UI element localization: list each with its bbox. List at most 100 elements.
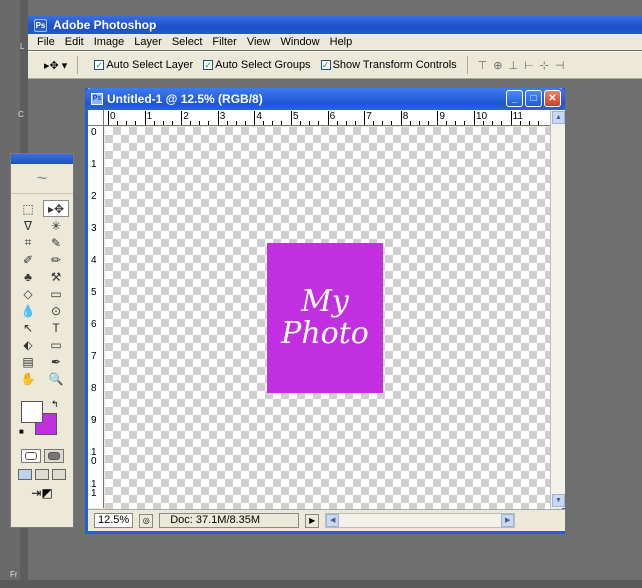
menu-file[interactable]: File (32, 36, 60, 48)
auto-select-groups-checkbox[interactable]: ✓ (203, 60, 214, 70)
magic-wand-tool-icon[interactable]: ✳ (43, 217, 69, 234)
full-screen-button[interactable] (52, 469, 66, 480)
full-screen-menu-button[interactable] (35, 469, 49, 480)
align-left-icon[interactable]: ⊢ (524, 59, 534, 72)
auto-select-groups-option[interactable]: ✓ Auto Select Groups (203, 59, 311, 71)
gradient-tool-icon[interactable]: ▭ (43, 285, 69, 302)
menu-filter[interactable]: Filter (207, 36, 241, 48)
screen-mode-row (11, 469, 73, 480)
zoom-level-field[interactable]: 12.5% (94, 513, 134, 528)
scroll-right-arrow-icon[interactable]: ▶ (501, 514, 515, 527)
scroll-up-arrow-icon[interactable]: ▲ (552, 111, 565, 124)
status-info-icon[interactable]: ◎ (139, 513, 154, 528)
ruler-tick (126, 121, 127, 125)
menu-select[interactable]: Select (167, 36, 208, 48)
align-bottom-icon[interactable]: ⊥ (508, 59, 518, 72)
pen-tool-icon[interactable]: ⬖ (15, 336, 41, 353)
hand-tool-icon[interactable]: ✋ (15, 370, 41, 387)
menu-view[interactable]: View (242, 36, 276, 48)
history-brush-tool-icon[interactable]: ⚒ (43, 268, 69, 285)
ruler-tick (354, 121, 356, 125)
vertical-scrollbar[interactable]: ▲ ▼ (550, 110, 565, 508)
ruler-left-label: 8 (91, 383, 97, 394)
ruler-tick (190, 121, 192, 125)
menu-window[interactable]: Window (276, 36, 325, 48)
ruler-tick (226, 121, 228, 125)
options-separator (77, 56, 79, 74)
path-selection-tool-icon[interactable]: ↖ (15, 319, 41, 336)
crop-tool-icon[interactable]: ⌗ (15, 234, 41, 251)
ruler-top-label: 11 (512, 111, 523, 122)
ruler-tick (382, 121, 384, 125)
default-colors-icon[interactable]: ■ (19, 427, 24, 436)
horizontal-scrollbar[interactable]: ◀ ▶ (325, 513, 516, 528)
horizontal-ruler[interactable]: 0 1 2 3 4 5 6 7 8 9 10 11 (88, 110, 550, 126)
ruler-tick (446, 121, 448, 125)
ruler-tick (309, 121, 310, 125)
ruler-tick (510, 111, 512, 125)
auto-select-layer-option[interactable]: ✓ Auto Select Layer (94, 59, 193, 71)
dodge-tool-icon[interactable]: ⊙ (43, 302, 69, 319)
menu-image[interactable]: Image (89, 36, 130, 48)
ruler-tick (464, 121, 466, 125)
show-transform-controls-option[interactable]: ✓ Show Transform Controls (320, 59, 457, 71)
ruler-tick (345, 121, 347, 125)
feather-logo-icon[interactable]: ~ (11, 164, 73, 194)
marquee-tool-icon[interactable]: ⬚ (15, 200, 41, 217)
ruler-left-label: 0 (91, 127, 97, 138)
eyedropper-tool-icon[interactable]: ✒ (43, 353, 69, 370)
eraser-tool-icon[interactable]: ◇ (15, 285, 41, 302)
align-vcenter-icon[interactable]: ⊕ (493, 59, 502, 72)
jump-to-imageready-icon[interactable]: ⇥◩ (31, 486, 52, 500)
menu-layer[interactable]: Layer (129, 36, 167, 48)
menu-help[interactable]: Help (325, 36, 358, 48)
clone-stamp-tool-icon[interactable]: ♣ (15, 268, 41, 285)
lasso-tool-icon[interactable]: ᐁ (15, 217, 41, 234)
zoom-tool-icon[interactable]: 🔍 (43, 370, 69, 387)
maximize-button[interactable]: □ (525, 90, 542, 107)
slice-tool-icon[interactable]: ✎ (43, 234, 69, 251)
scroll-left-arrow-icon[interactable]: ◀ (326, 514, 340, 527)
brush-tool-icon[interactable]: ✏ (43, 251, 69, 268)
left-label-bottom: Fr (10, 570, 18, 579)
ruler-left-label: 4 (91, 255, 97, 266)
transparent-canvas[interactable]: My Photo (105, 127, 550, 509)
healing-brush-tool-icon[interactable]: ✐ (15, 251, 41, 268)
ruler-tick (162, 121, 164, 125)
status-menu-arrow-icon[interactable]: ▶ (305, 513, 320, 528)
left-label-top: L (20, 42, 25, 51)
toolbox-title-bar[interactable] (11, 154, 73, 164)
auto-select-layer-checkbox[interactable]: ✓ (94, 60, 105, 70)
show-transform-controls-checkbox[interactable]: ✓ (320, 60, 331, 70)
align-top-icon[interactable]: ⊤ (478, 59, 488, 72)
shape-tool-icon[interactable]: ▭ (43, 336, 69, 353)
auto-select-groups-label: Auto Select Groups (215, 59, 311, 71)
ruler-origin[interactable] (88, 110, 104, 126)
blur-tool-icon[interactable]: 💧 (15, 302, 41, 319)
notes-tool-icon[interactable]: ▤ (15, 353, 41, 370)
close-button[interactable]: ✕ (544, 90, 561, 107)
my-photo-layer[interactable]: My Photo (267, 243, 383, 393)
ruler-top-label: 10 (476, 111, 488, 122)
move-tool-preset-icon[interactable]: ▸✥ ▾ (44, 59, 67, 72)
vertical-ruler[interactable]: 0 1 2 3 4 5 6 7 8 9 10 11 (88, 126, 104, 508)
swap-colors-icon[interactable]: ↰ (51, 399, 59, 410)
type-tool-icon[interactable]: T (43, 319, 69, 336)
foreground-color-swatch[interactable] (21, 401, 43, 423)
menu-bar: File Edit Image Layer Select Filter View… (28, 34, 642, 50)
menu-edit[interactable]: Edit (60, 36, 89, 48)
move-tool-icon[interactable]: ▸✥ (43, 200, 69, 217)
minimize-button[interactable]: _ (506, 90, 523, 107)
align-right-icon[interactable]: ⊣ (555, 59, 565, 72)
document-title-bar[interactable]: Ps Untitled-1 @ 12.5% (RGB/8) _ □ ✕ (85, 88, 565, 110)
ruler-tick (318, 121, 319, 125)
ruler-top-label: 2 (183, 111, 189, 122)
options-separator-2 (466, 56, 468, 74)
standard-mode-button[interactable] (20, 449, 41, 463)
scroll-down-arrow-icon[interactable]: ▼ (552, 494, 565, 507)
ruler-tick (537, 121, 539, 125)
ruler-left-label: 6 (91, 319, 97, 330)
quick-mask-mode-button[interactable] (43, 449, 64, 463)
standard-screen-button[interactable] (18, 469, 32, 480)
align-hcenter-icon[interactable]: ⊹ (540, 59, 549, 72)
